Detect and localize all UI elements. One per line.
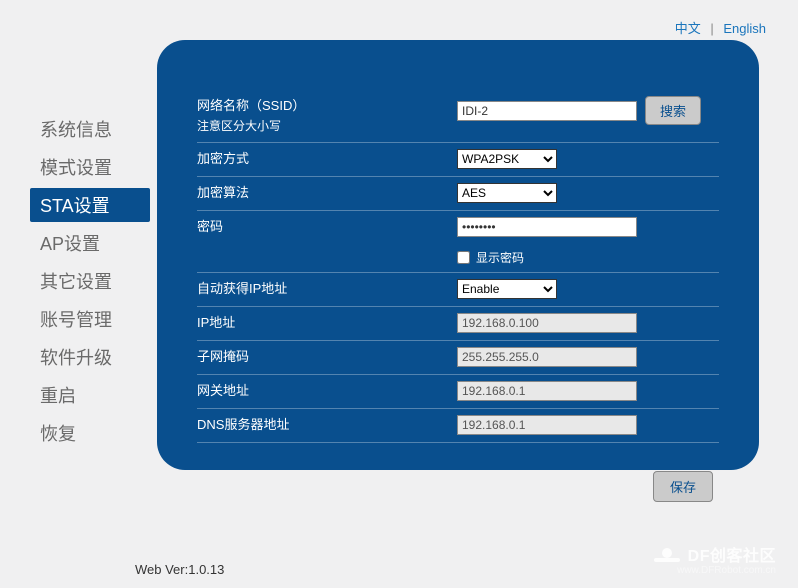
show-password-checkbox[interactable] [457, 251, 470, 264]
sidebar-item-system-info[interactable]: 系统信息 [30, 112, 150, 146]
password-label: 密码 [197, 217, 457, 237]
dns-input [457, 415, 637, 435]
row-mask: 子网掩码 [197, 341, 719, 375]
watermark-icon [654, 548, 680, 560]
mask-label: 子网掩码 [197, 347, 457, 367]
row-ip: IP地址 [197, 307, 719, 341]
version-text: Web Ver:1.0.13 [135, 562, 224, 577]
row-ssid: 网络名称（SSID） 注意区分大小写 搜索 [197, 90, 719, 143]
show-password-label: 显示密码 [476, 249, 524, 266]
enc-algo-label: 加密算法 [197, 183, 457, 203]
lang-english-link[interactable]: English [723, 21, 766, 36]
sidebar-item-sta-settings[interactable]: STA设置 [30, 188, 150, 222]
row-dns: DNS服务器地址 [197, 409, 719, 443]
row-auto-ip: 自动获得IP地址 Enable [197, 273, 719, 307]
ip-input [457, 313, 637, 333]
dns-label: DNS服务器地址 [197, 415, 457, 435]
sidebar: 系统信息 模式设置 STA设置 AP设置 其它设置 账号管理 软件升级 重启 恢… [30, 112, 150, 454]
row-gateway: 网关地址 [197, 375, 719, 409]
ip-label: IP地址 [197, 313, 457, 333]
sidebar-item-other-settings[interactable]: 其它设置 [30, 264, 150, 298]
sidebar-item-ap-settings[interactable]: AP设置 [30, 226, 150, 260]
separator: | [710, 21, 713, 36]
enc-mode-select[interactable]: WPA2PSK [457, 149, 557, 169]
sidebar-item-account[interactable]: 账号管理 [30, 302, 150, 336]
enc-mode-label: 加密方式 [197, 149, 457, 169]
watermark-title: DF创客社区 [688, 542, 776, 566]
sidebar-item-restore[interactable]: 恢复 [30, 416, 150, 450]
sidebar-item-reboot[interactable]: 重启 [30, 378, 150, 412]
auto-ip-label: 自动获得IP地址 [197, 279, 457, 299]
ssid-label: 网络名称（SSID） [197, 96, 457, 116]
auto-ip-select[interactable]: Enable [457, 279, 557, 299]
lang-chinese-link[interactable]: 中文 [675, 21, 701, 36]
row-password: 密码 显示密码 [197, 211, 719, 273]
watermark-url: www.DFRobot.com.cn [654, 565, 776, 576]
enc-algo-select[interactable]: AES [457, 183, 557, 203]
main-panel: 网络名称（SSID） 注意区分大小写 搜索 加密方式 WPA2PSK 加密算法 … [157, 40, 759, 470]
row-enc-mode: 加密方式 WPA2PSK [197, 143, 719, 177]
sidebar-item-mode-settings[interactable]: 模式设置 [30, 150, 150, 184]
language-bar: 中文 | English [675, 18, 766, 37]
mask-input [457, 347, 637, 367]
ssid-label-col: 网络名称（SSID） 注意区分大小写 [197, 96, 457, 136]
ssid-input[interactable] [457, 101, 637, 121]
save-button[interactable]: 保存 [653, 471, 713, 502]
ssid-note: 注意区分大小写 [197, 116, 457, 136]
gateway-label: 网关地址 [197, 381, 457, 401]
search-button[interactable]: 搜索 [645, 96, 701, 125]
password-input[interactable] [457, 217, 637, 237]
sidebar-item-upgrade[interactable]: 软件升级 [30, 340, 150, 374]
watermark: DF创客社区 www.DFRobot.com.cn [654, 542, 776, 576]
row-enc-algo: 加密算法 AES [197, 177, 719, 211]
gateway-input [457, 381, 637, 401]
